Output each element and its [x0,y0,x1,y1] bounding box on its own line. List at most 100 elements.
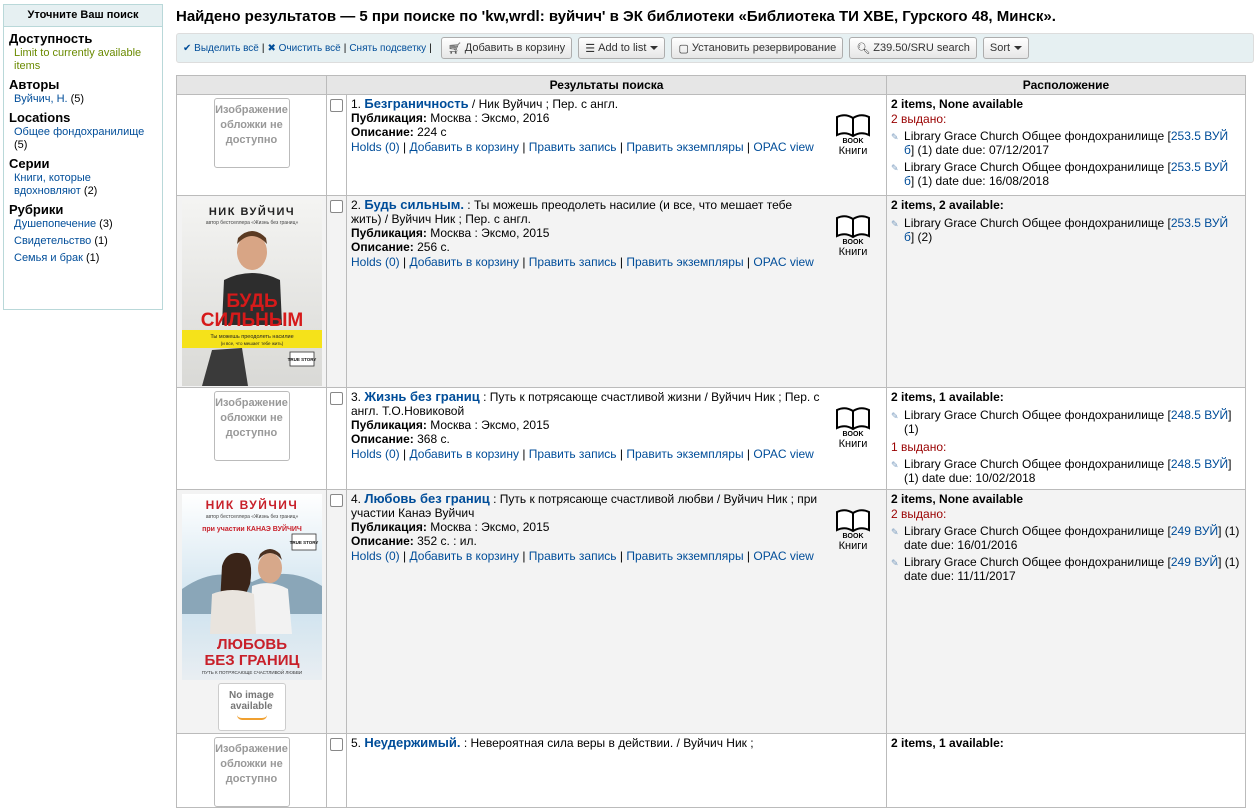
facet-title-subjects: Рубрики [9,202,64,217]
edit-items-link[interactable]: Править экземпляры [626,549,743,563]
cover-with-text: при участии КАНАЭ ВУЙЧИЧ [202,524,302,533]
edit-record-link[interactable]: Править запись [529,549,617,563]
select-cell [326,195,347,388]
select-cell [326,94,347,196]
title-link[interactable]: Любовь без границ [364,491,489,506]
opac-view-link[interactable]: OPAC view [753,549,813,563]
availability-summary: 2 items, 2 available: [891,198,1004,212]
facets-header: Уточните Ваш поиск [4,5,162,27]
edit-record-link[interactable]: Править запись [529,255,617,269]
facet-item: Книги, которые вдохновляют (2) [14,172,158,198]
bib-title-line: 1. Безграничность / Ник Вуйчич ; Пер. с … [351,96,883,112]
action-links: Holds (0) | Добавить в корзину | Править… [351,255,814,269]
add-to-list-button[interactable]: ☰ Add to list [578,37,666,59]
title-link[interactable]: Неудержимый. [364,735,460,750]
select-all-link[interactable]: ✔ Выделить всё [183,43,259,54]
select-checkbox[interactable] [330,494,343,507]
result-number: 3. [351,390,362,404]
facet-list-availability: Limit to currently available items [4,47,162,73]
add-cart-link[interactable]: Добавить в корзину [409,447,519,461]
book-cover-image[interactable]: НИК ВУЙЧИЧ автор бестселлера «Жизнь без … [181,494,322,680]
facet-link-subject[interactable]: Душепопечение [14,218,96,230]
sort-button[interactable]: Sort [982,37,1030,59]
book-icon-text: BOOK [843,431,864,438]
call-number-link[interactable]: 249 ВУЙ [1171,555,1218,569]
book-icon: BOOK [836,215,871,246]
item-location: Library Grace Church Общее фондохранилищ… [904,555,1171,569]
book-cover-image[interactable]: НИК ВУЙЧИЧ автор бестселлера «Жизнь без … [181,200,322,386]
title-link[interactable]: Будь сильным. [364,197,464,212]
holds-link[interactable]: Holds (0) [351,447,400,461]
holds-link[interactable]: Holds (0) [351,255,400,269]
book-icon-text: BOOK [843,533,864,540]
facet-item: Вуйчич, Н. (5) [14,93,158,106]
facet-link-author[interactable]: Вуйчич, Н. [14,93,68,105]
format-indicator: BOOK Книги [832,404,874,450]
opac-view-link[interactable]: OPAC view [753,447,813,461]
opac-view-link[interactable]: OPAC view [753,140,813,154]
publication-value: Москва : Эксмо, 2015 [430,226,550,240]
edit-record-link[interactable]: Править запись [529,140,617,154]
bib-title-line: 2. Будь сильным. : Ты можешь преодолеть … [351,197,883,227]
edit-record-link[interactable]: Править запись [529,447,617,461]
checked-out-label: 2 выдано: [891,112,947,126]
title-link[interactable]: Безграничность [364,96,468,111]
item-location: Library Grace Church Общее фондохранилищ… [904,524,1171,538]
bib-title-line: 3. Жизнь без границ : Путь к потрясающе … [351,389,883,419]
action-links: Holds (0) | Добавить в корзину | Править… [351,447,814,461]
select-checkbox[interactable] [330,392,343,405]
separator: | [343,42,347,54]
edit-items-link[interactable]: Править экземпляры [626,255,743,269]
unhighlight-link[interactable]: Снять подсветку [349,43,426,54]
facet-link-location[interactable]: Общее фондохранилище [14,126,144,138]
holds-link[interactable]: Holds (0) [351,549,400,563]
sort-label: Sort [989,42,1011,54]
select-cell [326,489,347,734]
title-link[interactable]: Жизнь без границ [364,389,479,404]
availability-summary: 2 items, None available [891,492,1024,506]
edit-items-link[interactable]: Править экземпляры [626,447,743,461]
item-entry: ✎ Library Grace Church Общее фондохранили… [891,216,1241,244]
separator: | [261,42,265,54]
call-number-link[interactable]: 249 ВУЙ [1171,524,1218,538]
call-number-link[interactable]: 248.5 ВУЙ [1171,408,1228,422]
place-hold-button[interactable]: ▢ Установить резервирование [671,37,844,59]
add-cart-link[interactable]: Добавить в корзину [409,140,519,154]
results-table: Результаты поиска Расположение Изображен… [176,75,1246,808]
call-number-link[interactable]: 248.5 ВУЙ [1171,457,1228,471]
select-all-label: Выделить всё [194,42,259,54]
facet-list-subjects: Душепопечение (3) Свидетельство (1) Семь… [4,218,162,265]
select-checkbox[interactable] [330,200,343,213]
facet-link-series[interactable]: Книги, которые вдохновляют [14,172,91,197]
location-cell: 2 items, 1 available: [886,733,1246,808]
item-icon: ✎ [891,558,899,568]
add-to-cart-button[interactable]: 🛒︎ Добавить в корзину [440,37,573,59]
cover-cell[interactable]: НИК ВУЙЧИЧ автор бестселлера «Жизнь без … [176,195,327,388]
facet-link-limit-available[interactable]: Limit to currently available items [14,47,141,72]
opac-view-link[interactable]: OPAC view [753,255,813,269]
item-location: Library Grace Church Общее фондохранилищ… [904,129,1171,143]
book-icon: BOOK [836,114,871,145]
publication-value: Москва : Эксмо, 2016 [430,111,550,125]
z3950-search-button[interactable]: 🔍︎ Z39.50/SRU search [849,37,977,59]
add-cart-link[interactable]: Добавить в корзину [409,255,519,269]
facet-link-subject[interactable]: Свидетельство [14,235,91,247]
availability-summary: 2 items, 1 available: [891,390,1004,404]
facet-title-availability: Доступность [9,31,93,46]
bib-cell: 2. Будь сильным. : Ты можешь преодолеть … [345,195,888,388]
no-cover-placeholder: Изображение обложки не доступно [213,98,290,168]
edit-items-link[interactable]: Править экземпляры [626,140,743,154]
cover-title-line1: БУДЬ [226,291,277,312]
publication-label: Публикация: [351,111,427,125]
cover-cell[interactable]: НИК ВУЙЧИЧ автор бестселлера «Жизнь без … [176,489,327,734]
clear-all-link[interactable]: ✖ Очистить всё [267,43,340,54]
item-icon: ✎ [891,163,899,173]
page-title: Найдено результатов — 5 при поиске по 'k… [176,8,1056,25]
add-cart-link[interactable]: Добавить в корзину [409,549,519,563]
facet-list-authors: Вуйчич, Н. (5) [4,93,162,106]
holds-link[interactable]: Holds (0) [351,140,400,154]
facet-link-subject[interactable]: Семья и брак [14,252,83,264]
select-checkbox[interactable] [330,738,343,751]
select-checkbox[interactable] [330,99,343,112]
cover-author-text: НИК ВУЙЧИЧ [205,497,298,512]
